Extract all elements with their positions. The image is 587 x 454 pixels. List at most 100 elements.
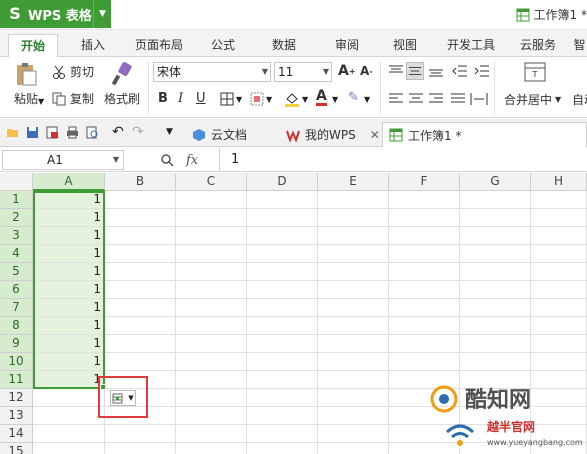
cell-d1[interactable] bbox=[247, 191, 318, 209]
tab-formulas[interactable]: 公式 bbox=[202, 34, 244, 57]
cell-h10[interactable] bbox=[531, 353, 587, 371]
cell-a14[interactable] bbox=[33, 425, 105, 443]
cell-f10[interactable] bbox=[389, 353, 460, 371]
cell-d5[interactable] bbox=[247, 263, 318, 281]
cell-b15[interactable] bbox=[105, 443, 176, 454]
cell-a6[interactable]: 1 bbox=[33, 281, 105, 299]
cell-c2[interactable] bbox=[176, 209, 247, 227]
cell-b5[interactable] bbox=[105, 263, 176, 281]
cell-d4[interactable] bbox=[247, 245, 318, 263]
row-header-15[interactable]: 15 bbox=[0, 443, 33, 454]
distributed-icon[interactable] bbox=[470, 92, 488, 106]
decrease-font-icon[interactable]: A- bbox=[360, 64, 373, 78]
cell-c14[interactable] bbox=[176, 425, 247, 443]
increase-font-icon[interactable]: A + bbox=[338, 63, 356, 79]
chevron-down-icon[interactable]: ▼ bbox=[93, 0, 111, 28]
column-header-f[interactable]: F bbox=[389, 173, 460, 191]
cell-g1[interactable] bbox=[460, 191, 531, 209]
cell-format-icon[interactable] bbox=[250, 92, 264, 106]
align-bottom-icon[interactable] bbox=[428, 64, 444, 78]
cell-a7[interactable]: 1 bbox=[33, 299, 105, 317]
merge-center-button[interactable]: 合并居中 ▼ bbox=[504, 91, 561, 108]
cell-a5[interactable]: 1 bbox=[33, 263, 105, 281]
cell-e7[interactable] bbox=[318, 299, 389, 317]
cell-f8[interactable] bbox=[389, 317, 460, 335]
doc-tab-my-wps[interactable]: 我的WPS ✕ bbox=[280, 122, 380, 147]
row-header-2[interactable]: 2 bbox=[0, 209, 33, 227]
column-header-a[interactable]: A bbox=[33, 173, 105, 191]
cell-b8[interactable] bbox=[105, 317, 176, 335]
cell-h1[interactable] bbox=[531, 191, 587, 209]
cell-a4[interactable]: 1 bbox=[33, 245, 105, 263]
cell-g6[interactable] bbox=[460, 281, 531, 299]
cell-f1[interactable] bbox=[389, 191, 460, 209]
outdent-icon[interactable] bbox=[452, 64, 468, 78]
indent-icon[interactable] bbox=[474, 64, 490, 78]
cell-d13[interactable] bbox=[247, 407, 318, 425]
doc-tab-workbook[interactable]: 工作簿1 * bbox=[382, 122, 587, 147]
cell-d12[interactable] bbox=[247, 389, 318, 407]
border-icon[interactable] bbox=[220, 92, 234, 106]
print-preview-icon[interactable] bbox=[86, 126, 99, 139]
cell-h8[interactable] bbox=[531, 317, 587, 335]
italic-icon[interactable]: I bbox=[178, 91, 183, 106]
cell-g7[interactable] bbox=[460, 299, 531, 317]
cell-c4[interactable] bbox=[176, 245, 247, 263]
align-left-icon[interactable] bbox=[388, 92, 404, 106]
tab-view[interactable]: 视图 bbox=[384, 34, 426, 57]
cell-e8[interactable] bbox=[318, 317, 389, 335]
row-header-9[interactable]: 9 bbox=[0, 335, 33, 353]
column-header-b[interactable]: B bbox=[105, 173, 176, 191]
cell-a12[interactable] bbox=[33, 389, 105, 407]
row-header-14[interactable]: 14 bbox=[0, 425, 33, 443]
bold-icon[interactable]: B bbox=[158, 91, 168, 106]
auto-wrap-button[interactable]: 自动 bbox=[572, 91, 587, 108]
cell-g2[interactable] bbox=[460, 209, 531, 227]
cell-d6[interactable] bbox=[247, 281, 318, 299]
column-header-e[interactable]: E bbox=[318, 173, 389, 191]
cell-a15[interactable] bbox=[33, 443, 105, 454]
cell-b14[interactable] bbox=[105, 425, 176, 443]
cell-e11[interactable] bbox=[318, 371, 389, 389]
underline-icon[interactable]: U bbox=[196, 91, 206, 106]
cell-h7[interactable] bbox=[531, 299, 587, 317]
tab-page-layout[interactable]: 页面布局 bbox=[128, 34, 190, 57]
column-header-d[interactable]: D bbox=[247, 173, 318, 191]
column-header-g[interactable]: G bbox=[460, 173, 531, 191]
cell-c9[interactable] bbox=[176, 335, 247, 353]
cell-g4[interactable] bbox=[460, 245, 531, 263]
cell-f7[interactable] bbox=[389, 299, 460, 317]
cell-a3[interactable]: 1 bbox=[33, 227, 105, 245]
cut-button[interactable]: 剪切 bbox=[52, 63, 94, 80]
cell-d11[interactable] bbox=[247, 371, 318, 389]
tab-data[interactable]: 数据 bbox=[262, 34, 306, 57]
cell-c1[interactable] bbox=[176, 191, 247, 209]
cell-c10[interactable] bbox=[176, 353, 247, 371]
chevron-down-icon[interactable]: ▼ bbox=[236, 95, 242, 104]
cell-d2[interactable] bbox=[247, 209, 318, 227]
cell-c6[interactable] bbox=[176, 281, 247, 299]
cell-e6[interactable] bbox=[318, 281, 389, 299]
doc-tab-cloud[interactable]: 云文档 bbox=[186, 122, 247, 147]
row-header-7[interactable]: 7 bbox=[0, 299, 33, 317]
font-name-select[interactable]: 宋体 ▼ bbox=[153, 62, 271, 82]
cell-h6[interactable] bbox=[531, 281, 587, 299]
cell-b7[interactable] bbox=[105, 299, 176, 317]
row-header-12[interactable]: 12 bbox=[0, 389, 33, 407]
align-center-icon[interactable] bbox=[408, 92, 424, 106]
fill-color-icon[interactable] bbox=[284, 91, 300, 107]
cell-d15[interactable] bbox=[247, 443, 318, 454]
save-icon[interactable] bbox=[26, 126, 39, 139]
cell-d10[interactable] bbox=[247, 353, 318, 371]
cell-c15[interactable] bbox=[176, 443, 247, 454]
cell-e12[interactable] bbox=[318, 389, 389, 407]
cell-e10[interactable] bbox=[318, 353, 389, 371]
tab-home[interactable]: 开始 bbox=[8, 34, 58, 57]
row-header-13[interactable]: 13 bbox=[0, 407, 33, 425]
cell-e1[interactable] bbox=[318, 191, 389, 209]
formula-input[interactable]: 1 bbox=[219, 148, 587, 172]
cell-a9[interactable]: 1 bbox=[33, 335, 105, 353]
cell-f2[interactable] bbox=[389, 209, 460, 227]
row-header-11[interactable]: 11 bbox=[0, 371, 33, 389]
align-middle-icon[interactable] bbox=[406, 62, 424, 80]
